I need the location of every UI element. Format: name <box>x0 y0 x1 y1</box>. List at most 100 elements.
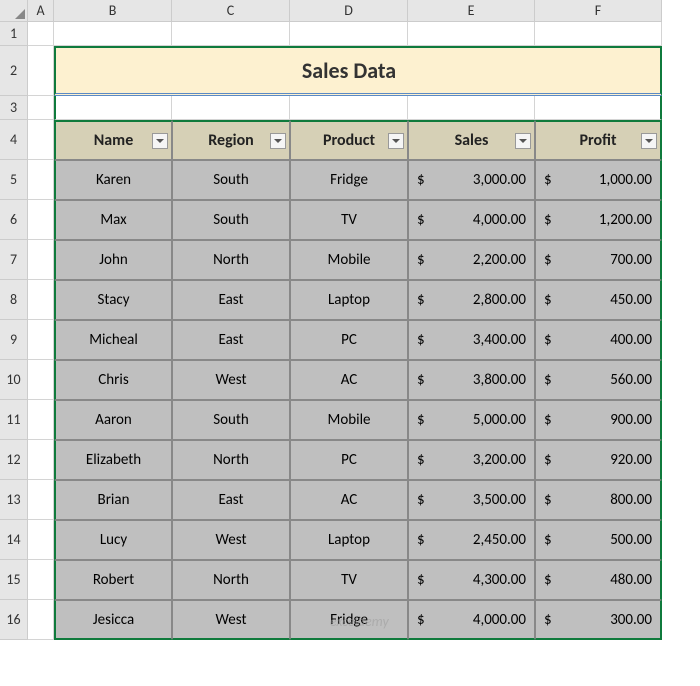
header-name[interactable]: Name <box>54 120 172 160</box>
data-cell-profit[interactable]: $300.00 <box>535 600 662 640</box>
data-cell-profit[interactable]: $560.00 <box>535 360 662 400</box>
title-cell[interactable] <box>172 46 290 96</box>
cell-a11[interactable] <box>28 400 54 440</box>
cell-f3[interactable] <box>535 96 662 120</box>
data-cell-name[interactable]: Chris <box>54 360 172 400</box>
row-header-9[interactable]: 9 <box>0 320 28 360</box>
cell-a6[interactable] <box>28 200 54 240</box>
data-cell-sales[interactable]: $3,200.00 <box>408 440 535 480</box>
data-cell-region[interactable]: North <box>172 440 290 480</box>
cell-a10[interactable] <box>28 360 54 400</box>
data-cell-region[interactable]: East <box>172 320 290 360</box>
data-cell-profit[interactable]: $500.00 <box>535 520 662 560</box>
filter-button-region[interactable] <box>270 133 286 149</box>
data-cell-product[interactable]: Laptop <box>290 520 408 560</box>
data-cell-region[interactable]: West <box>172 360 290 400</box>
data-cell-sales[interactable]: $4,000.00 <box>408 600 535 640</box>
row-header-4[interactable]: 4 <box>0 120 28 160</box>
data-cell-region[interactable]: South <box>172 200 290 240</box>
data-cell-region[interactable]: West <box>172 600 290 640</box>
data-cell-product[interactable]: TV <box>290 560 408 600</box>
data-cell-name[interactable]: Max <box>54 200 172 240</box>
select-all-corner[interactable] <box>0 0 28 22</box>
data-cell-region[interactable]: North <box>172 560 290 600</box>
data-cell-sales[interactable]: $4,000.00 <box>408 200 535 240</box>
data-cell-profit[interactable]: $700.00 <box>535 240 662 280</box>
data-cell-name[interactable]: Karen <box>54 160 172 200</box>
cell-a7[interactable] <box>28 240 54 280</box>
data-cell-name[interactable]: Robert <box>54 560 172 600</box>
data-cell-profit[interactable]: $900.00 <box>535 400 662 440</box>
cell-a12[interactable] <box>28 440 54 480</box>
data-cell-sales[interactable]: $3,000.00 <box>408 160 535 200</box>
title-cell[interactable] <box>408 46 535 96</box>
data-cell-profit[interactable]: $450.00 <box>535 280 662 320</box>
data-cell-name[interactable]: Elizabeth <box>54 440 172 480</box>
title-cell[interactable] <box>535 46 662 96</box>
data-cell-sales[interactable]: $2,800.00 <box>408 280 535 320</box>
row-header-1[interactable]: 1 <box>0 22 28 46</box>
row-header-8[interactable]: 8 <box>0 280 28 320</box>
cell-d3[interactable] <box>290 96 408 120</box>
title-cell-text[interactable]: Sales Data <box>290 46 408 96</box>
data-cell-sales[interactable]: $3,400.00 <box>408 320 535 360</box>
row-header-7[interactable]: 7 <box>0 240 28 280</box>
data-cell-region[interactable]: South <box>172 400 290 440</box>
data-cell-region[interactable]: East <box>172 480 290 520</box>
filter-button-profit[interactable] <box>641 133 657 149</box>
col-header-d[interactable]: D <box>290 0 408 22</box>
data-cell-sales[interactable]: $5,000.00 <box>408 400 535 440</box>
filter-button-sales[interactable] <box>515 133 531 149</box>
data-cell-region[interactable]: West <box>172 520 290 560</box>
row-header-13[interactable]: 13 <box>0 480 28 520</box>
cell-a9[interactable] <box>28 320 54 360</box>
header-region[interactable]: Region <box>172 120 290 160</box>
row-header-10[interactable]: 10 <box>0 360 28 400</box>
cell-a2[interactable] <box>28 46 54 96</box>
data-cell-product[interactable]: Fridge <box>290 600 408 640</box>
data-cell-sales[interactable]: $3,500.00 <box>408 480 535 520</box>
cell-b3[interactable] <box>54 96 172 120</box>
data-cell-name[interactable]: Brian <box>54 480 172 520</box>
data-cell-product[interactable]: TV <box>290 200 408 240</box>
cell-b1[interactable] <box>54 22 172 46</box>
cell-a16[interactable] <box>28 600 54 640</box>
data-cell-region[interactable]: North <box>172 240 290 280</box>
cell-a4[interactable] <box>28 120 54 160</box>
filter-button-product[interactable] <box>388 133 404 149</box>
data-cell-name[interactable]: Micheal <box>54 320 172 360</box>
data-cell-profit[interactable]: $1,000.00 <box>535 160 662 200</box>
row-header-3[interactable]: 3 <box>0 96 28 120</box>
data-cell-product[interactable]: PC <box>290 320 408 360</box>
data-cell-profit[interactable]: $1,200.00 <box>535 200 662 240</box>
data-cell-profit[interactable]: $800.00 <box>535 480 662 520</box>
data-cell-profit[interactable]: $920.00 <box>535 440 662 480</box>
cell-a13[interactable] <box>28 480 54 520</box>
data-cell-product[interactable]: Laptop <box>290 280 408 320</box>
data-cell-sales[interactable]: $2,450.00 <box>408 520 535 560</box>
header-product[interactable]: Product <box>290 120 408 160</box>
header-profit[interactable]: Profit <box>535 120 662 160</box>
data-cell-name[interactable]: John <box>54 240 172 280</box>
row-header-11[interactable]: 11 <box>0 400 28 440</box>
data-cell-product[interactable]: PC <box>290 440 408 480</box>
cell-a8[interactable] <box>28 280 54 320</box>
data-cell-name[interactable]: Aaron <box>54 400 172 440</box>
cell-a1[interactable] <box>28 22 54 46</box>
row-header-14[interactable]: 14 <box>0 520 28 560</box>
data-cell-name[interactable]: Jesicca <box>54 600 172 640</box>
cell-c3[interactable] <box>172 96 290 120</box>
header-sales[interactable]: Sales <box>408 120 535 160</box>
data-cell-region[interactable]: South <box>172 160 290 200</box>
cell-c1[interactable] <box>172 22 290 46</box>
col-header-f[interactable]: F <box>535 0 662 22</box>
col-header-b[interactable]: B <box>54 0 172 22</box>
data-cell-sales[interactable]: $3,800.00 <box>408 360 535 400</box>
title-cell[interactable] <box>54 46 172 96</box>
data-cell-name[interactable]: Stacy <box>54 280 172 320</box>
data-cell-sales[interactable]: $2,200.00 <box>408 240 535 280</box>
row-header-5[interactable]: 5 <box>0 160 28 200</box>
row-header-12[interactable]: 12 <box>0 440 28 480</box>
data-cell-profit[interactable]: $480.00 <box>535 560 662 600</box>
cell-a5[interactable] <box>28 160 54 200</box>
